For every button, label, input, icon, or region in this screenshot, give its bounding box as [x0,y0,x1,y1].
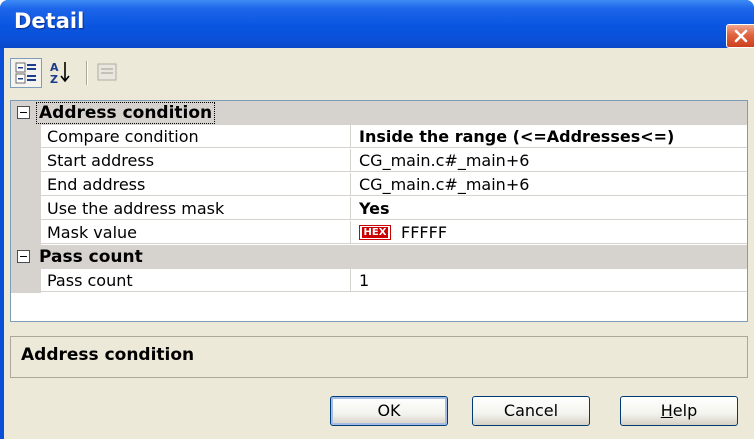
categorized-view-icon [15,62,36,84]
close-button[interactable] [726,24,754,48]
alphabetical-sort-icon: A Z [50,61,70,86]
collapse-icon[interactable] [17,250,30,263]
property-name: Start address [41,149,351,172]
category-label: Address condition [35,102,216,124]
property-pages-button[interactable] [92,58,124,88]
property-pages-icon [97,63,117,81]
category-row-address-condition[interactable]: Address condition [11,101,747,125]
property-value[interactable]: Inside the range (<=Addresses<=) [351,125,747,148]
toolbar-separator [86,61,88,85]
property-name: Mask value [41,221,351,244]
row-gutter [11,125,41,149]
property-value: FFFFF [401,223,448,242]
window-title: Detail [14,9,85,33]
hex-icon: HEX [359,224,391,240]
property-grid: Address condition Compare condition Insi… [10,100,748,322]
row-gutter [11,149,41,173]
description-pane: Address condition [10,336,748,378]
help-access-key: H [660,401,673,420]
categorized-button[interactable] [10,58,42,88]
title-bar[interactable]: Detail [0,0,754,48]
property-value[interactable]: 1 [351,269,747,292]
property-name: Pass count [41,269,351,292]
property-value[interactable]: CG_main.c#_main+6 [351,149,747,172]
row-gutter [11,221,41,245]
svg-text:Z: Z [50,73,58,86]
help-label-rest: elp [672,401,698,420]
detail-dialog: Detail A Z Address condition Compare con… [0,0,754,439]
cancel-button[interactable]: Cancel [472,396,590,426]
dialog-client-area: A Z Address condition Compare condition … [4,48,754,439]
property-name: Use the address mask [41,197,351,220]
property-row-end-address[interactable]: End address CG_main.c#_main+6 [11,173,747,197]
collapse-icon[interactable] [17,106,30,119]
property-row-mask-value[interactable]: Mask value HEX FFFFF [11,221,747,245]
property-name: Compare condition [41,125,351,148]
property-value[interactable]: CG_main.c#_main+6 [351,173,747,196]
category-row-pass-count[interactable]: Pass count [11,245,747,269]
help-button[interactable]: Help [620,396,738,426]
description-title: Address condition [21,345,195,365]
alphabetical-button[interactable]: A Z [46,58,78,88]
hex-badge-label: HEX [361,226,389,238]
row-gutter [11,197,41,221]
category-label: Pass count [39,247,143,267]
ok-button[interactable]: OK [330,396,448,426]
property-name: End address [41,173,351,196]
row-gutter [11,269,41,293]
row-gutter [11,173,41,197]
property-row-use-address-mask[interactable]: Use the address mask Yes [11,197,747,221]
property-row-pass-count[interactable]: Pass count 1 [11,269,747,293]
property-value-cell[interactable]: HEX FFFFF [351,221,747,244]
close-icon [734,29,748,43]
property-value[interactable]: Yes [351,197,747,220]
property-row-start-address[interactable]: Start address CG_main.c#_main+6 [11,149,747,173]
property-row-compare-condition[interactable]: Compare condition Inside the range (<=Ad… [11,125,747,149]
